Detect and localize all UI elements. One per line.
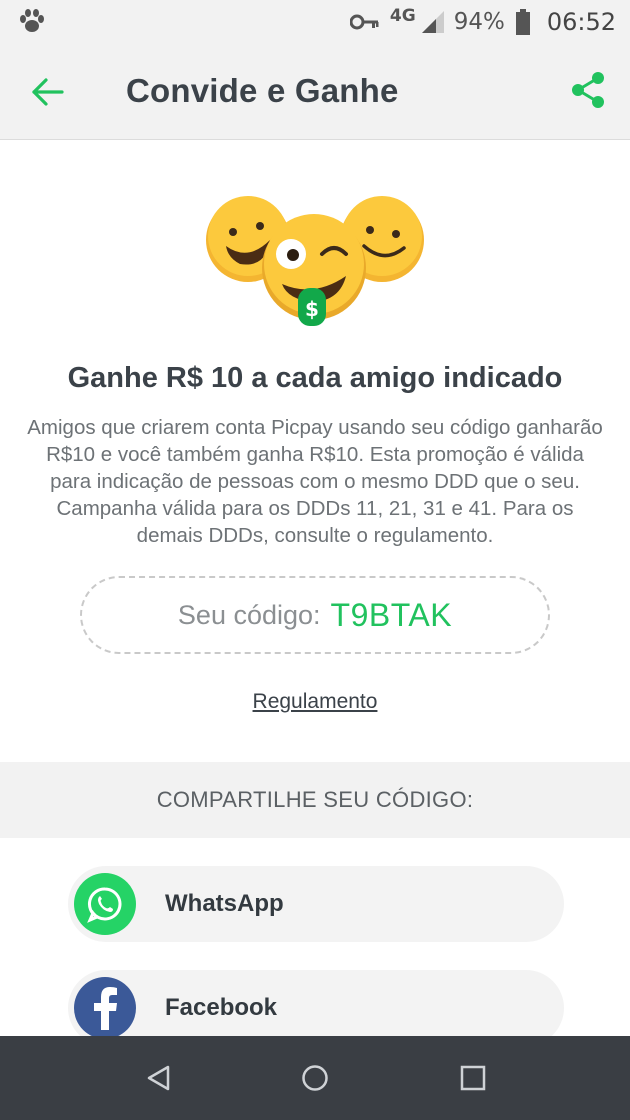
share-facebook-button[interactable]: Facebook <box>68 970 564 1046</box>
back-arrow-icon[interactable] <box>30 74 66 110</box>
whatsapp-icon <box>74 873 136 935</box>
money-symbol: $ <box>305 297 319 321</box>
share-icon[interactable] <box>568 70 608 110</box>
signal-icon <box>421 11 444 33</box>
promo-description: Amigos que criarem conta Picpay usando s… <box>27 416 603 547</box>
nav-back-icon[interactable] <box>144 1064 172 1092</box>
code-value: T9BTAK <box>330 596 453 633</box>
nav-recents-icon[interactable] <box>459 1064 487 1092</box>
rules-link[interactable]: Regulamento <box>0 690 630 714</box>
app-bar: Convide e Ganhe <box>0 44 630 140</box>
share-header-label: COMPARTILHE SEU CÓDIGO: <box>156 787 474 812</box>
clock: 06:52 <box>546 8 616 36</box>
key-icon <box>349 14 379 30</box>
whatsapp-label: WhatsApp <box>165 890 284 917</box>
paw-icon <box>20 9 44 32</box>
winking-money-tongue-emoji: $ <box>262 214 366 326</box>
share-whatsapp-button[interactable]: WhatsApp <box>68 866 564 942</box>
nav-home-icon[interactable] <box>301 1064 329 1092</box>
emoji-illustration: $ <box>206 196 424 326</box>
referral-code-box[interactable]: Seu código: T9BTAK <box>80 576 550 654</box>
headline: Ganhe R$ 10 a cada amigo indicado <box>67 362 563 394</box>
system-nav-bar <box>0 1036 630 1120</box>
page-title: Convide e Ganhe <box>126 72 399 109</box>
share-section-header: COMPARTILHE SEU CÓDIGO: <box>0 762 630 838</box>
battery-percent: 94% <box>453 9 505 35</box>
code-label: Seu código: <box>177 599 321 630</box>
status-bar: 4G 94% 06:52 <box>0 0 630 44</box>
facebook-label: Facebook <box>165 994 278 1021</box>
battery-icon <box>515 9 530 35</box>
facebook-icon <box>74 977 136 1039</box>
network-type: 4G <box>389 6 416 26</box>
